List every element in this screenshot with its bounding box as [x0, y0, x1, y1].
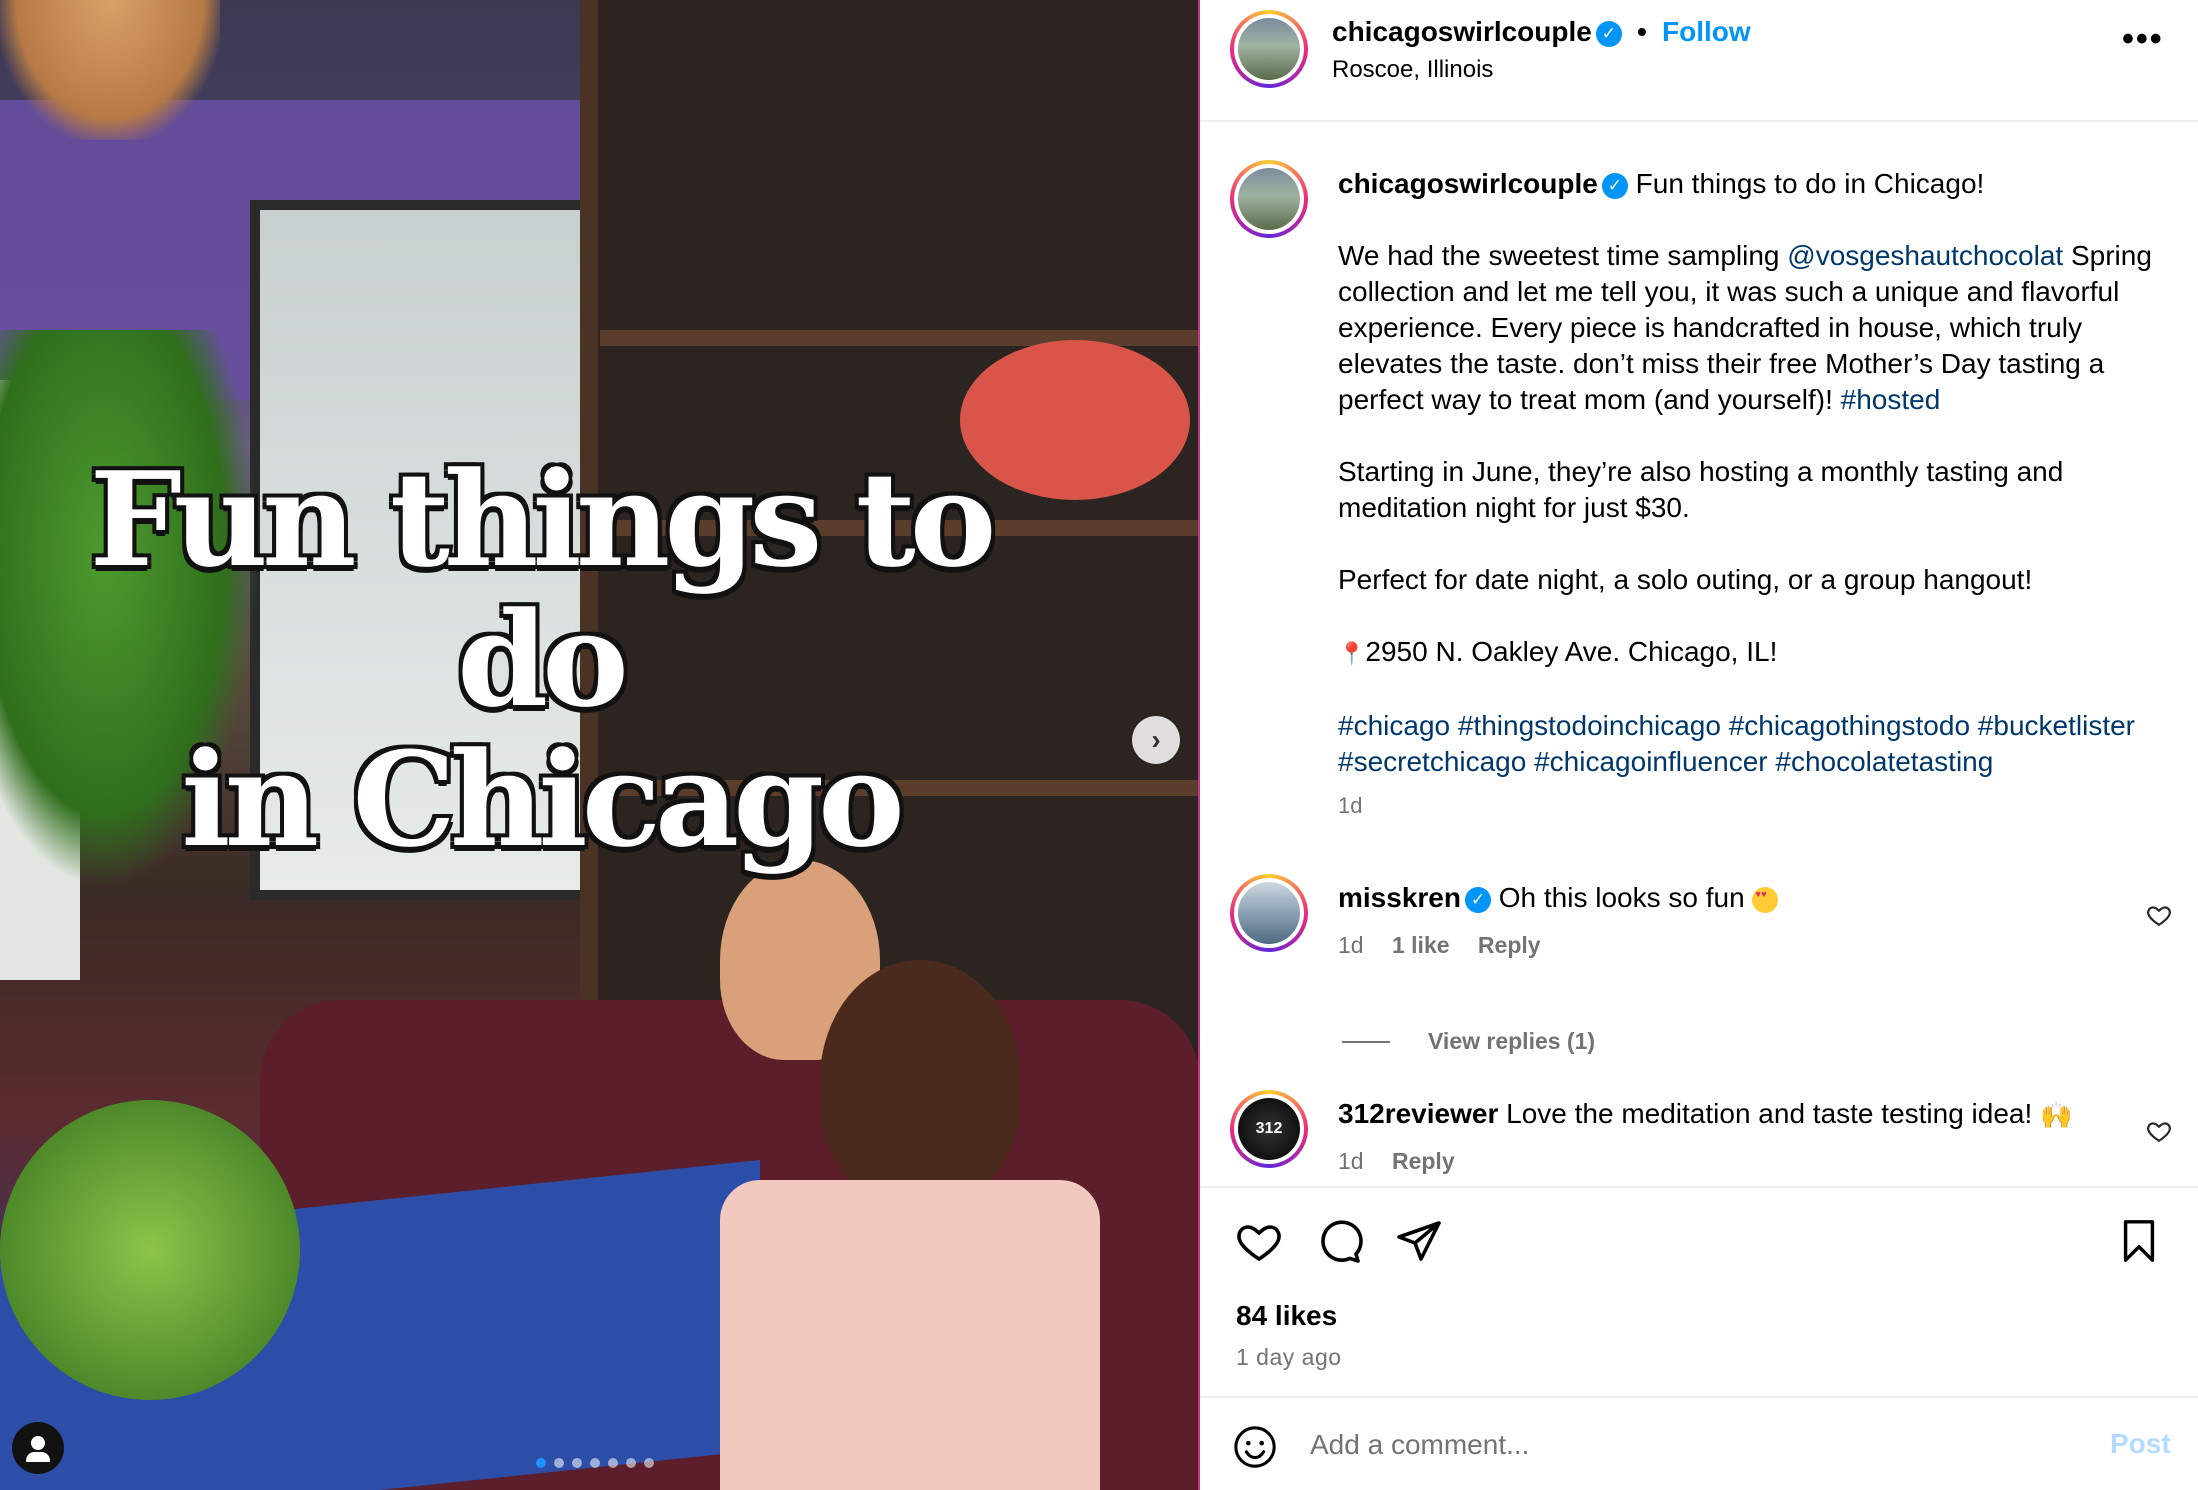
- comment-body: Oh this looks so fun: [1498, 882, 1745, 913]
- post-caption: chicagoswirlcouple ✓ Fun things to do in …: [1338, 166, 2178, 824]
- chevron-right-icon: ›: [1151, 724, 1161, 755]
- add-comment-input[interactable]: [1310, 1422, 2010, 1468]
- carousel-dot: [554, 1458, 564, 1468]
- comment-like-heart-icon[interactable]: [2146, 902, 2172, 928]
- caption-paragraph: We had the sweetest time sampling @vosge…: [1338, 238, 2178, 418]
- carousel-next-button[interactable]: ›: [1132, 716, 1180, 764]
- comment-text: misskren ✓ Oh this looks so fun: [1338, 882, 1779, 914]
- media-title-line-2: in Chicago: [181, 723, 905, 876]
- media-title-line-1: Fun things to do: [89, 443, 997, 736]
- post-timestamp[interactable]: 1 day ago: [1236, 1344, 1342, 1371]
- post-comment-button[interactable]: Post: [2110, 1428, 2171, 1460]
- avatar-logo-text: 312: [1238, 1098, 1300, 1160]
- commenter-avatar[interactable]: 312: [1230, 1090, 1308, 1168]
- author-avatar[interactable]: [1230, 10, 1308, 88]
- caption-title: Fun things to do in Chicago!: [1635, 168, 1985, 199]
- caption-address: 📍2950 N. Oakley Ave. Chicago, IL!: [1338, 634, 2178, 672]
- verified-badge-icon: ✓: [1464, 886, 1491, 913]
- comment-reply-button[interactable]: Reply: [1392, 1148, 1455, 1174]
- comment-body: Love the meditation and taste testing id…: [1506, 1098, 2033, 1129]
- carousel-dot: [572, 1458, 582, 1468]
- comment-meta: 1d Reply: [1338, 1148, 1455, 1175]
- pin-icon: 📍: [1338, 641, 1366, 666]
- media-lamp: [0, 0, 220, 140]
- heart-eyes-emoji-icon: [1752, 886, 1779, 913]
- raised-hands-emoji-icon: 🙌: [2040, 1100, 2073, 1131]
- comment-username[interactable]: 312reviewer: [1338, 1098, 1498, 1129]
- post-header: chicagoswirlcouple ✓ • Follow Roscoe, Ill…: [1200, 0, 2198, 122]
- more-options-icon[interactable]: •••: [2122, 20, 2164, 59]
- view-replies-button[interactable]: View replies (1): [1342, 1028, 1595, 1055]
- view-replies-divider: [1342, 1040, 1390, 1043]
- caption-paragraph: Perfect for date night, a solo outing, o…: [1338, 564, 2033, 595]
- carousel-dot: [644, 1458, 654, 1468]
- verified-badge-icon: ✓: [1601, 172, 1628, 199]
- comment-likes-count[interactable]: 1 like: [1392, 932, 1450, 958]
- comment-meta: 1d 1 like Reply: [1338, 932, 1541, 959]
- post-location[interactable]: Roscoe, Illinois: [1332, 56, 1493, 84]
- save-bookmark-icon[interactable]: [2114, 1216, 2164, 1266]
- follow-button[interactable]: Follow: [1662, 16, 1751, 48]
- carousel-dot: [536, 1458, 546, 1468]
- author-username[interactable]: chicagoswirlcouple ✓: [1332, 16, 1622, 48]
- comment-reply-button[interactable]: Reply: [1478, 932, 1541, 958]
- post-media[interactable]: Fun things to do in Chicago ›: [0, 0, 1198, 1490]
- caption-hashtags[interactable]: #chicago #thingstodoinchicago #chicagoth…: [1338, 708, 2178, 780]
- view-replies-label[interactable]: View replies (1): [1428, 1028, 1595, 1055]
- caption-first-paragraph: chicagoswirlcouple ✓ Fun things to do in …: [1338, 166, 2178, 202]
- likes-count[interactable]: 84 likes: [1236, 1300, 1337, 1332]
- caption-hashtag-link[interactable]: #hosted: [1841, 384, 1941, 415]
- author-username-text[interactable]: chicagoswirlcouple: [1332, 16, 1592, 47]
- carousel-dots: [536, 1458, 654, 1468]
- share-send-icon[interactable]: [1394, 1216, 1444, 1266]
- comment-bubble-icon[interactable]: [1314, 1216, 1364, 1266]
- carousel-dot: [590, 1458, 600, 1468]
- post-side-panel: chicagoswirlcouple ✓ • Follow Roscoe, Ill…: [1198, 0, 2198, 1490]
- carousel-dot: [608, 1458, 618, 1468]
- caption-timestamp[interactable]: 1d: [1338, 788, 2178, 824]
- comment-username[interactable]: misskren: [1338, 882, 1461, 913]
- media-person-woman: [820, 960, 1020, 1200]
- verified-badge-icon: ✓: [1595, 20, 1622, 47]
- caption-paragraph: Starting in June, they’re also hosting a…: [1338, 456, 2064, 523]
- like-heart-icon[interactable]: [1234, 1216, 1284, 1266]
- media-person-dress: [720, 1180, 1100, 1490]
- emoji-picker-icon[interactable]: [1232, 1424, 1278, 1470]
- caption-address-text: 2950 N. Oakley Ave. Chicago, IL!: [1365, 636, 1778, 667]
- carousel-dot: [626, 1458, 636, 1468]
- caption-text: We had the sweetest time sampling: [1338, 240, 1788, 271]
- caption-avatar[interactable]: [1230, 160, 1308, 238]
- comment-time[interactable]: 1d: [1338, 1148, 1364, 1174]
- media-green-disc: [0, 1100, 300, 1400]
- post-actions-bar: 84 likes 1 day ago: [1200, 1186, 2198, 1396]
- header-separator: •: [1637, 16, 1647, 47]
- comment-time[interactable]: 1d: [1338, 932, 1364, 958]
- commenter-avatar[interactable]: [1230, 874, 1308, 952]
- caption-username[interactable]: chicagoswirlcouple: [1338, 168, 1598, 199]
- comment-composer: Post: [1200, 1396, 2198, 1490]
- tagged-users-button[interactable]: [12, 1422, 64, 1474]
- comment-like-heart-icon[interactable]: [2146, 1118, 2172, 1144]
- comment-text: 312reviewer Love the meditation and tast…: [1338, 1098, 2072, 1131]
- caption-mention-link[interactable]: @vosgeshautchocolat: [1787, 240, 2063, 271]
- media-overlay-title: Fun things to do in Chicago: [60, 450, 1020, 870]
